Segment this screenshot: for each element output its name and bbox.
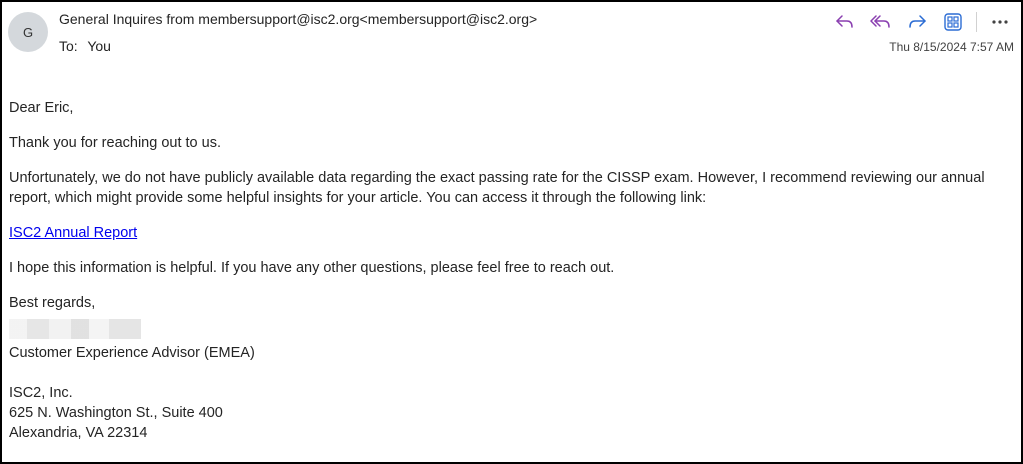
signature-title: Customer Experience Advisor (EMEA): [9, 345, 255, 361]
email-reading-pane: G General Inquires from membersupport@is…: [0, 0, 1023, 464]
message-toolbar: [830, 10, 1015, 34]
recipient-name[interactable]: You: [87, 38, 111, 54]
forward-button[interactable]: [902, 10, 932, 34]
reply-icon: [836, 15, 853, 28]
signature-company: ISC2, Inc.: [9, 385, 73, 401]
sender-line[interactable]: General Inquires from membersupport@isc2…: [59, 11, 537, 27]
sender-avatar[interactable]: G: [8, 12, 48, 52]
avatar-initial: G: [22, 24, 34, 40]
closing: Best regards,: [9, 295, 96, 311]
greeting: Dear Eric,: [9, 100, 74, 116]
forward-icon: [909, 15, 926, 28]
redacted-signature-name: [9, 319, 141, 339]
reply-button[interactable]: [830, 10, 860, 34]
annual-report-link[interactable]: ISC2 Annual Report: [9, 225, 137, 241]
more-options-button[interactable]: [985, 10, 1015, 34]
message-datetime: Thu 8/15/2024 7:57 AM: [889, 40, 1014, 54]
recipient-line: To: You: [59, 38, 111, 54]
to-label: To:: [59, 38, 78, 54]
more-options-icon: [992, 20, 1008, 24]
message-body: Dear Eric, Thank you for reaching out to…: [9, 98, 1011, 443]
body-paragraph: Thank you for reaching out to us.: [9, 135, 221, 151]
apps-icon: [944, 13, 962, 31]
toolbar-divider: [976, 12, 977, 32]
reply-all-button[interactable]: [866, 10, 896, 34]
signature-address-line2: Alexandria, VA 22314: [9, 425, 148, 441]
body-paragraph: Unfortunately, we do not have publicly a…: [9, 170, 985, 206]
apps-button[interactable]: [938, 10, 968, 34]
body-paragraph: I hope this information is helpful. If y…: [9, 260, 615, 276]
reply-all-icon: [870, 15, 890, 28]
signature-address-line1: 625 N. Washington St., Suite 400: [9, 405, 223, 421]
